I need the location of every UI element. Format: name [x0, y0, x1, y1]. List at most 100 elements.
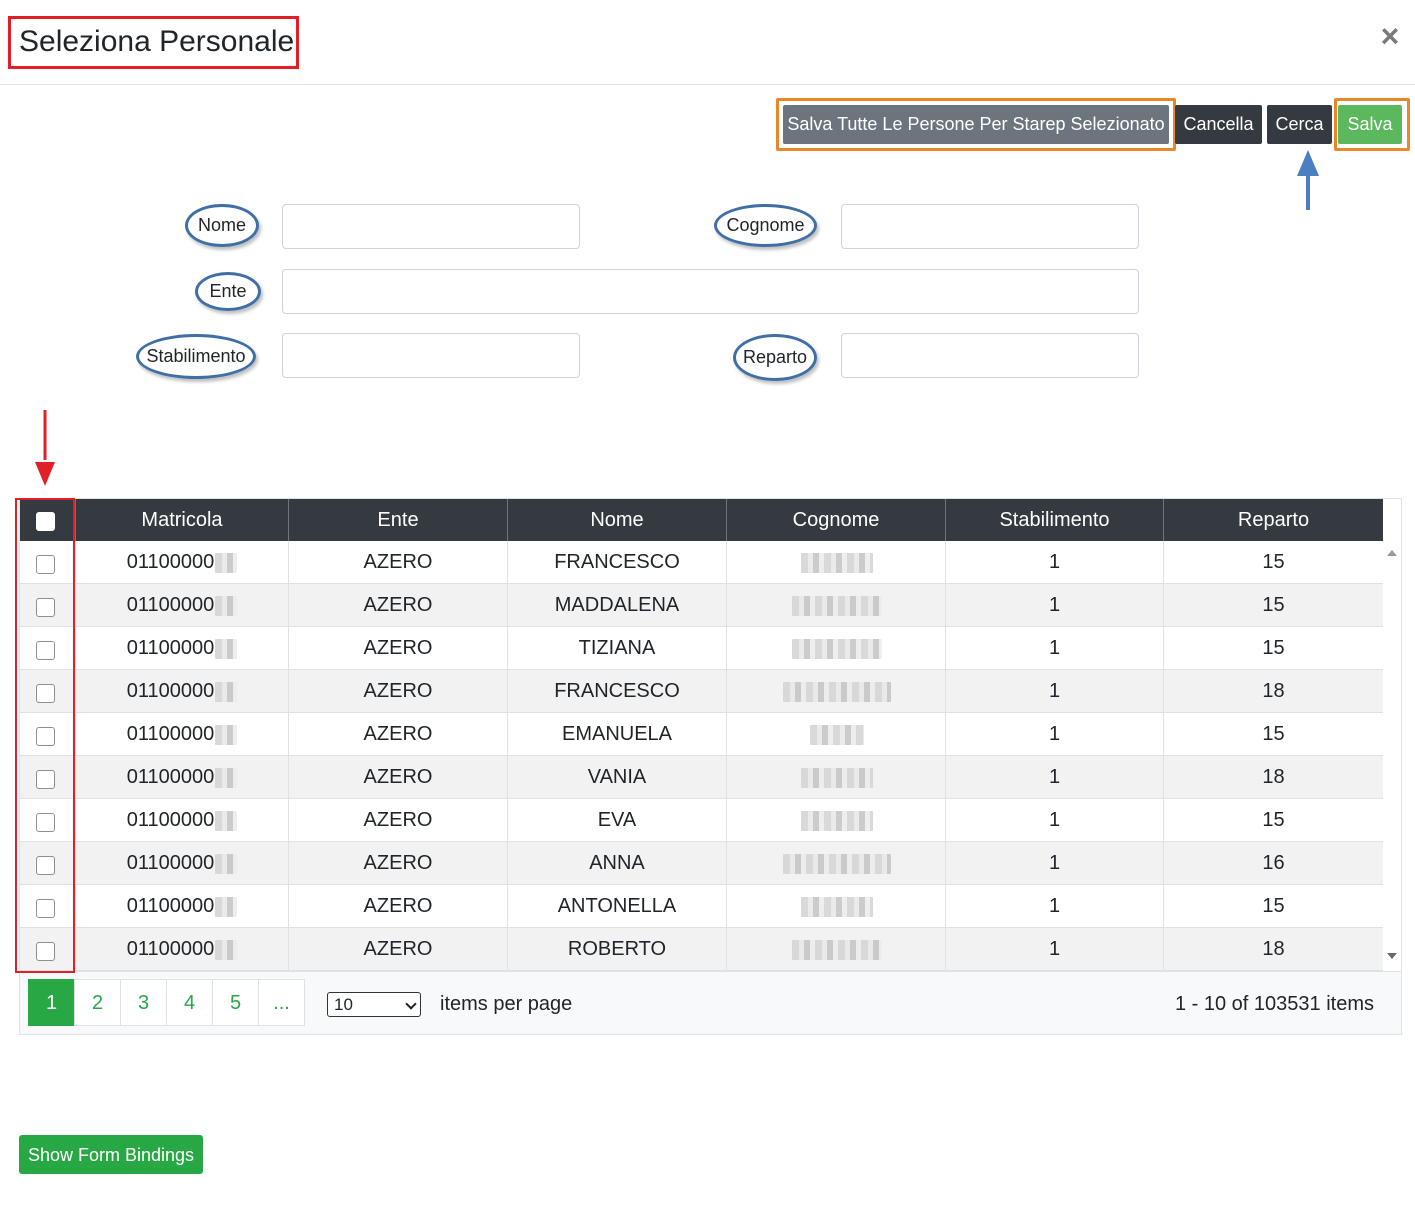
nome-input[interactable]	[282, 204, 580, 249]
table-row[interactable]: 01100000 AZERO FRANCESCO 1 18	[20, 670, 1383, 713]
cell-cognome	[727, 799, 946, 842]
cell-ente: AZERO	[289, 541, 508, 584]
stabilimento-text: 1	[1048, 895, 1061, 917]
cell-ente: AZERO	[289, 799, 508, 842]
reparto-input[interactable]	[841, 333, 1139, 378]
table-row[interactable]: 01100000 AZERO EMANUELA 1 15	[20, 713, 1383, 756]
cell-stabilimento: 1	[946, 713, 1164, 756]
grid-body: 01100000 AZERO FRANCESCO 1 15 01100000 AZERO MA…	[20, 541, 1383, 971]
reparto-text: 15	[1262, 895, 1285, 917]
redacted-surname	[791, 638, 882, 659]
table-row[interactable]: 01100000 AZERO TIZIANA 1 15	[20, 627, 1383, 670]
redacted-surname	[782, 681, 891, 702]
nome-text: EMANUELA	[561, 723, 673, 745]
cell-cognome	[727, 928, 946, 971]
matricola-text: 01100000	[126, 852, 215, 874]
cell-ente: AZERO	[289, 713, 508, 756]
cell-stabilimento: 1	[946, 584, 1164, 627]
table-row[interactable]: 01100000 AZERO ANNA 1 16	[20, 842, 1383, 885]
cell-nome: FRANCESCO	[508, 541, 727, 584]
stabilimento-input[interactable]	[282, 333, 580, 378]
page-button-3[interactable]: 3	[120, 979, 167, 1026]
stabilimento-text: 1	[1048, 680, 1061, 702]
page-button-5[interactable]: 5	[212, 979, 259, 1026]
cell-matricola: 01100000	[76, 756, 289, 799]
page-size-select[interactable]: 10	[327, 992, 421, 1017]
page-button-1[interactable]: 1	[28, 979, 75, 1026]
matricola-text: 01100000	[126, 895, 215, 917]
cell-nome: TIZIANA	[508, 627, 727, 670]
cell-ente: AZERO	[289, 928, 508, 971]
page-button-2[interactable]: 2	[74, 979, 121, 1026]
save-button[interactable]: Salva	[1338, 105, 1402, 144]
table-row[interactable]: 01100000 AZERO VANIA 1 18	[20, 756, 1383, 799]
cell-nome: EVA	[508, 799, 727, 842]
cell-matricola: 01100000	[76, 584, 289, 627]
cell-stabilimento: 1	[946, 627, 1164, 670]
reparto-text: 18	[1262, 766, 1285, 788]
redacted-surname	[791, 939, 882, 960]
redacted-surname	[791, 595, 882, 616]
cell-reparto: 18	[1164, 670, 1383, 713]
cell-reparto: 16	[1164, 842, 1383, 885]
scroll-up-icon[interactable]	[1387, 550, 1397, 556]
column-header-reparto[interactable]: Reparto	[1164, 499, 1383, 541]
arrow-up-icon	[1297, 150, 1319, 210]
redacted-matricola-suffix	[215, 767, 238, 788]
grid-scrollbar[interactable]	[1383, 541, 1401, 971]
cell-reparto: 15	[1164, 713, 1383, 756]
cancel-button[interactable]: Cancella	[1175, 105, 1262, 144]
save-all-button[interactable]: Salva Tutte Le Persone Per Starep Selezi…	[783, 105, 1169, 144]
column-header-nome[interactable]: Nome	[508, 499, 727, 541]
reparto-text: 15	[1262, 637, 1285, 659]
table-row[interactable]: 01100000 AZERO ROBERTO 1 18	[20, 928, 1383, 971]
cognome-label: Cognome	[714, 204, 817, 247]
stabilimento-text: 1	[1048, 852, 1061, 874]
page-button-more[interactable]: ...	[258, 979, 305, 1026]
search-button[interactable]: Cerca	[1267, 105, 1332, 144]
matricola-text: 01100000	[126, 551, 215, 573]
table-row[interactable]: 01100000 AZERO EVA 1 15	[20, 799, 1383, 842]
nome-text: TIZIANA	[578, 637, 656, 659]
stabilimento-label: Stabilimento	[136, 334, 256, 379]
column-header-matricola[interactable]: Matricola	[76, 499, 289, 541]
nome-text: MADDALENA	[554, 594, 680, 616]
ente-label: Ente	[195, 272, 261, 311]
cell-ente: AZERO	[289, 670, 508, 713]
show-form-bindings-button[interactable]: Show Form Bindings	[19, 1135, 203, 1174]
cell-reparto: 15	[1164, 885, 1383, 928]
table-row[interactable]: 01100000 AZERO ANTONELLA 1 15	[20, 885, 1383, 928]
cell-stabilimento: 1	[946, 928, 1164, 971]
column-header-stabilimento[interactable]: Stabilimento	[946, 499, 1164, 541]
redacted-matricola-suffix	[215, 681, 238, 702]
ente-text: AZERO	[363, 895, 433, 917]
column-header-ente[interactable]: Ente	[289, 499, 508, 541]
scroll-down-icon[interactable]	[1387, 953, 1397, 959]
cell-stabilimento: 1	[946, 799, 1164, 842]
cognome-input[interactable]	[841, 204, 1139, 249]
cell-ente: AZERO	[289, 842, 508, 885]
table-row[interactable]: 01100000 AZERO MADDALENA 1 15	[20, 584, 1383, 627]
cell-reparto: 18	[1164, 756, 1383, 799]
redacted-matricola-suffix	[215, 896, 238, 917]
page-button-4[interactable]: 4	[166, 979, 213, 1026]
nome-text: EVA	[597, 809, 637, 831]
matricola-text: 01100000	[126, 637, 215, 659]
reparto-text: 15	[1262, 723, 1285, 745]
nome-text: ROBERTO	[567, 938, 667, 960]
modal-title: Seleziona Personale	[19, 25, 295, 58]
ente-input[interactable]	[282, 269, 1139, 314]
ente-text: AZERO	[363, 594, 433, 616]
cell-matricola: 01100000	[76, 799, 289, 842]
close-icon[interactable]: ×	[1376, 20, 1404, 52]
cell-nome: MADDALENA	[508, 584, 727, 627]
cell-cognome	[727, 541, 946, 584]
table-row[interactable]: 01100000 AZERO FRANCESCO 1 15	[20, 541, 1383, 584]
cell-reparto: 18	[1164, 928, 1383, 971]
cell-nome: ROBERTO	[508, 928, 727, 971]
stabilimento-text: 1	[1048, 551, 1061, 573]
column-header-cognome[interactable]: Cognome	[727, 499, 946, 541]
cell-stabilimento: 1	[946, 541, 1164, 584]
redacted-matricola-suffix	[215, 638, 238, 659]
stabilimento-text: 1	[1048, 723, 1061, 745]
